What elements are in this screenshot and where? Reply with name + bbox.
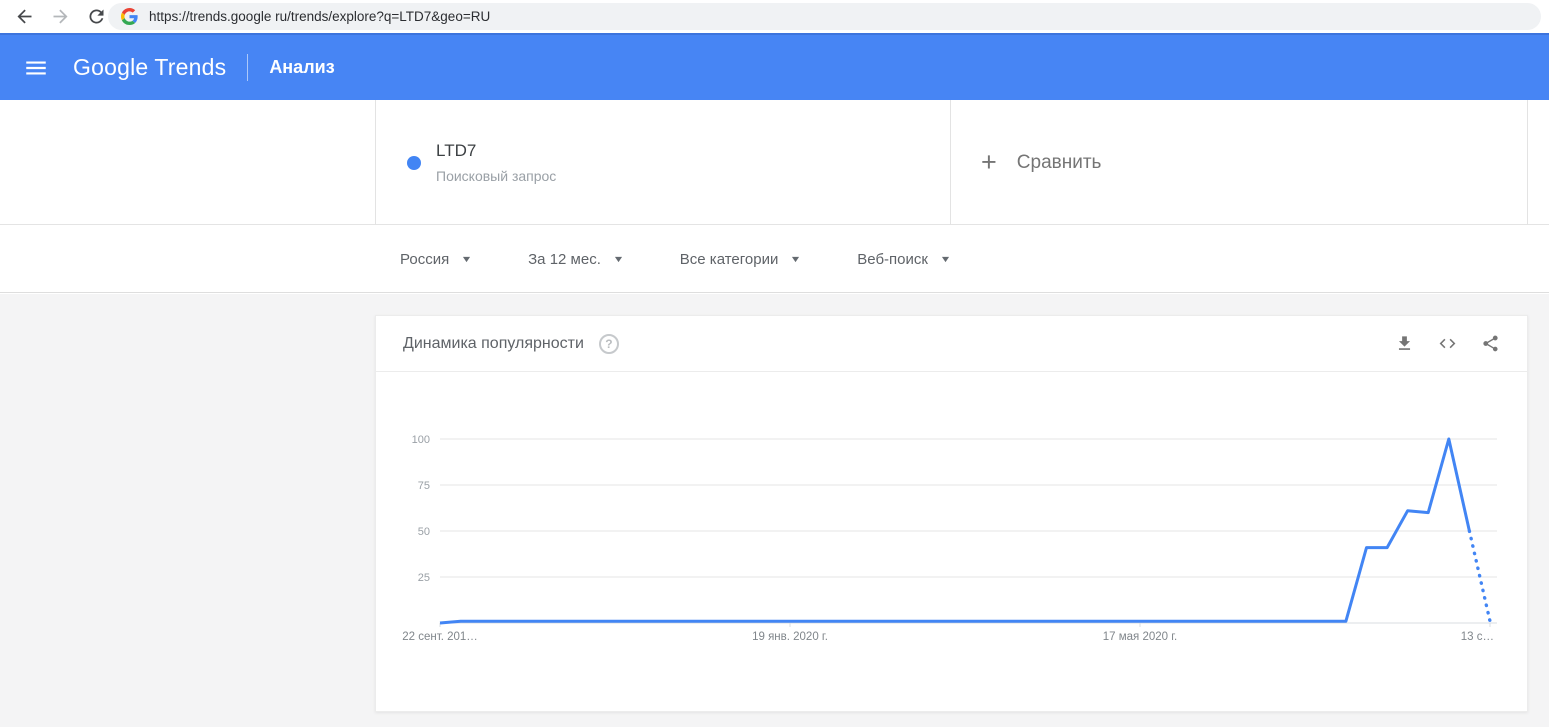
browser-reload-icon[interactable] [84, 4, 109, 29]
search-term-card[interactable]: LTD7 Поисковый запрос [375, 100, 950, 225]
nav-item-analysis[interactable]: Анализ [269, 57, 334, 78]
embed-code-icon[interactable] [1437, 334, 1457, 354]
google-g-icon [121, 8, 138, 25]
logo-google-text: Google [73, 54, 149, 80]
filter-region-value: Россия [400, 250, 450, 268]
chevron-down-icon: ▼ [612, 254, 625, 264]
add-comparison-button[interactable]: + Сравнить [950, 100, 1528, 225]
y-tick-label: 100 [412, 434, 430, 446]
filter-category-dropdown[interactable]: Все категории ▼ [679, 250, 802, 268]
chevron-down-icon: ▼ [460, 254, 473, 264]
hamburger-menu-icon[interactable] [23, 55, 49, 81]
app-header: Google Trends Анализ [0, 33, 1549, 100]
filter-region-dropdown[interactable]: Россия ▼ [400, 250, 473, 268]
address-bar[interactable]: https://trends.google ru/trends/explore?… [108, 3, 1541, 30]
x-tick-label: 13 с… [1461, 631, 1494, 643]
x-tick-label: 17 мая 2020 г. [1103, 631, 1177, 643]
download-icon[interactable] [1394, 334, 1414, 354]
chevron-down-icon: ▼ [789, 254, 802, 264]
compare-label: Сравнить [1016, 151, 1102, 173]
help-icon[interactable]: ? [598, 333, 619, 354]
browser-forward-icon[interactable] [48, 4, 73, 29]
filter-category-value: Все категории [679, 250, 779, 268]
x-tick-label: 22 сент. 201… [402, 631, 478, 643]
chart-card-header: Динамика популярности ? [376, 316, 1527, 372]
filter-searchtype-value: Веб-поиск [857, 250, 928, 268]
term-query: LTD7 [436, 141, 477, 160]
explore-header: LTD7 Поисковый запрос + Сравнить [0, 100, 1549, 225]
trend-line-dotted [1467, 529, 1492, 623]
filter-time-value: За 12 мес. [528, 250, 601, 268]
chart-title: Динамика популярности [403, 334, 584, 352]
x-tick-label: 19 янв. 2020 г. [752, 631, 828, 643]
filter-searchtype-dropdown[interactable]: Веб-поиск ▼ [857, 250, 952, 268]
chart-actions [1394, 334, 1500, 354]
y-tick-label: 25 [418, 572, 430, 584]
google-trends-logo[interactable]: Google Trends [73, 54, 226, 81]
url-text: https://trends.google ru/trends/explore?… [149, 9, 491, 24]
browser-toolbar: https://trends.google ru/trends/explore?… [0, 0, 1549, 33]
share-icon[interactable] [1480, 334, 1500, 354]
filter-time-dropdown[interactable]: За 12 мес. ▼ [528, 250, 625, 268]
header-divider [247, 54, 249, 81]
trend-line-chart[interactable]: 25 50 75 100 22 сент. 201… 19 янв. 2020 г. 17 … [376, 372, 1527, 711]
plus-icon: + [981, 147, 997, 177]
interest-over-time-card: Динамика популярности ? 25 50 75 100 22 сент… [375, 315, 1528, 712]
browser-back-icon[interactable] [12, 4, 37, 29]
logo-trends-text: Trends [154, 54, 227, 80]
chart-area: 25 50 75 100 22 сент. 201… 19 янв. 2020 г. 17 … [376, 372, 1527, 711]
filter-bar: Россия ▼ За 12 мес. ▼ Все категории ▼ Ве… [0, 226, 1549, 293]
y-tick-label: 50 [418, 526, 430, 538]
y-tick-label: 75 [418, 480, 430, 492]
page: https://trends.google ru/trends/explore?… [0, 0, 1549, 727]
series-color-dot-icon [407, 155, 421, 170]
chevron-down-icon: ▼ [939, 254, 952, 264]
content-area: Динамика популярности ? 25 50 75 100 22 сент… [0, 294, 1549, 727]
term-info: LTD7 Поисковый запрос [436, 141, 556, 184]
term-type-label: Поисковый запрос [436, 168, 557, 184]
